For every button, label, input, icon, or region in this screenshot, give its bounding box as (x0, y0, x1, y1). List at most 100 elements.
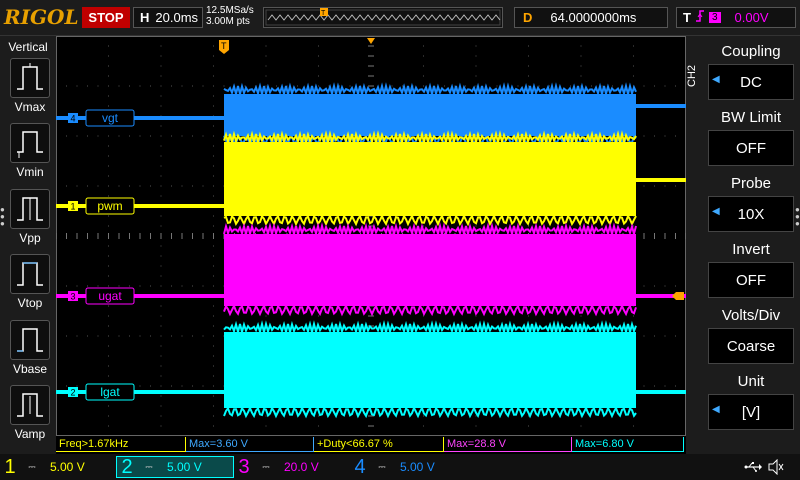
trace-noise-top (223, 222, 637, 238)
measure-label: Vbase (12, 362, 48, 376)
measurement-text: Max=6.80 V (575, 438, 635, 450)
top-status-bar: RIGOL STOP H 20.0ms 12.5MSa/s 3.00M pts … (0, 0, 800, 36)
measure-vpp-button[interactable]: Vpp (8, 189, 52, 251)
measurement-freq: Freq>1.67kHz (56, 437, 186, 452)
channel-1-status[interactable]: 1 ⎓ 5.00 V (0, 456, 118, 478)
grid-dot (213, 375, 214, 377)
vbase-icon (10, 320, 50, 360)
grid-dot (181, 185, 183, 187)
channel-3-status[interactable]: 3 ⎓ 20.0 V (234, 456, 352, 478)
grid-dot (213, 175, 214, 177)
waveform-display[interactable]: T 4 vgt 1 pwm 3 ugat 2 lgat (55, 35, 687, 437)
grid-dot (213, 65, 214, 67)
grid-dot (265, 425, 267, 427)
bw-limit-menu[interactable]: BW Limit OFF (706, 106, 796, 170)
grid-dot (654, 85, 655, 87)
grid-dot (213, 335, 214, 337)
grid-dot (160, 255, 162, 257)
measure-vtop-button[interactable]: Vtop (8, 254, 52, 316)
grid-dot (160, 275, 162, 277)
grid-dot (643, 385, 645, 387)
grid-dot (213, 225, 214, 227)
trigger-level: 0.00V (734, 10, 769, 25)
grid-dot (97, 135, 99, 137)
grid-dot (528, 85, 529, 87)
probe-menu[interactable]: Probe 10X ◀ (706, 172, 796, 236)
channel-2-status[interactable]: 2 ⎓ 5.00 V (116, 456, 234, 478)
trace-idle-right (636, 178, 686, 182)
measure-vamp-button[interactable]: Vamp (8, 385, 52, 447)
grid-dot (633, 75, 634, 77)
measure-vbase-button[interactable]: Vbase (8, 320, 52, 382)
grid-dot (213, 95, 214, 97)
measure-vmin-button[interactable]: Vmin (8, 123, 52, 185)
grid-dot (423, 425, 424, 427)
grid-dot (580, 45, 582, 47)
channel-label-lgat[interactable]: 2 lgat (68, 383, 135, 401)
channel-label-pwm[interactable]: 1 pwm (68, 197, 135, 215)
grid-dot (213, 325, 214, 327)
grid-dot (528, 55, 529, 57)
trace-noise-bottom (223, 303, 637, 317)
grid-dot (633, 425, 634, 427)
grid-dot (108, 245, 109, 247)
timebase-value: 20.0ms (155, 10, 199, 25)
speaker-muted-icon[interactable] (768, 459, 784, 475)
channel-tag: CH2 (686, 65, 698, 88)
grid-dot (423, 415, 424, 417)
menu-title: Coupling (721, 43, 781, 60)
grid-dot (202, 285, 204, 287)
trigger-status[interactable]: T 3 0.00V (676, 7, 796, 28)
measure-vmax-button[interactable]: Vmax (8, 58, 52, 120)
coupling-menu[interactable]: Coupling DC ◀ (706, 40, 796, 104)
grid-dot (664, 335, 666, 337)
grid-dot (633, 45, 634, 47)
invert-menu[interactable]: Invert OFF (706, 238, 796, 302)
grid-dot (265, 85, 267, 87)
trace-idle-left (56, 294, 224, 298)
grid-dot (675, 135, 676, 137)
measurement-max-ch3: Max=28.8 V (444, 437, 572, 452)
page-dots-icon: ● ● ● (795, 205, 800, 228)
grid-dot (202, 335, 204, 337)
horizontal-label: H (140, 10, 150, 25)
menu-value: DC (708, 64, 794, 100)
horizontal-timebase[interactable]: H 20.0ms (133, 7, 203, 28)
grid-dot (108, 185, 109, 187)
grid-dot (213, 315, 214, 317)
grid-dot (318, 75, 319, 77)
grid-dot (643, 335, 645, 337)
grid-dot (66, 85, 67, 87)
grid-dot (160, 245, 162, 247)
grid-dot (297, 85, 298, 87)
volts-div-menu[interactable]: Volts/Div Coarse (706, 304, 796, 368)
grid-dot (496, 85, 498, 87)
unit-menu[interactable]: Unit [V] ◀ (706, 370, 796, 434)
grid-dot (171, 385, 172, 387)
memory-position-bar: T (263, 7, 503, 28)
menu-value: [V] (708, 394, 794, 430)
grid-dot (108, 145, 109, 147)
grid-dot (213, 145, 214, 147)
trace-noise-top (223, 82, 637, 98)
dc-coupling-icon: ⎓ (28, 461, 36, 472)
trigger-delay[interactable]: D 64.0000000ms (514, 7, 668, 28)
menu-value: OFF (708, 130, 794, 166)
channel-4-status[interactable]: 4 ⎓ 5.00 V (350, 456, 468, 478)
grid-dot (223, 85, 225, 87)
channel-scale: 5.00 V (50, 460, 85, 474)
channel-name-text: pwm (97, 199, 122, 213)
channel-label-ugat[interactable]: 3 ugat (68, 287, 135, 305)
trace-burst (224, 332, 636, 408)
vpp-icon (10, 189, 50, 229)
grid-dot (528, 75, 529, 77)
run-stop-indicator[interactable]: STOP (82, 7, 130, 28)
grid-dot (675, 285, 676, 287)
grid-dot (108, 355, 109, 357)
grid-dot (318, 415, 319, 417)
grid-dot (265, 45, 267, 47)
measurement-text: +Duty<66.67 % (317, 438, 393, 450)
measure-label: Vmax (14, 100, 46, 114)
channel-label-vgt[interactable]: 4 vgt (68, 109, 135, 127)
channel-scale: 5.00 V (400, 460, 435, 474)
